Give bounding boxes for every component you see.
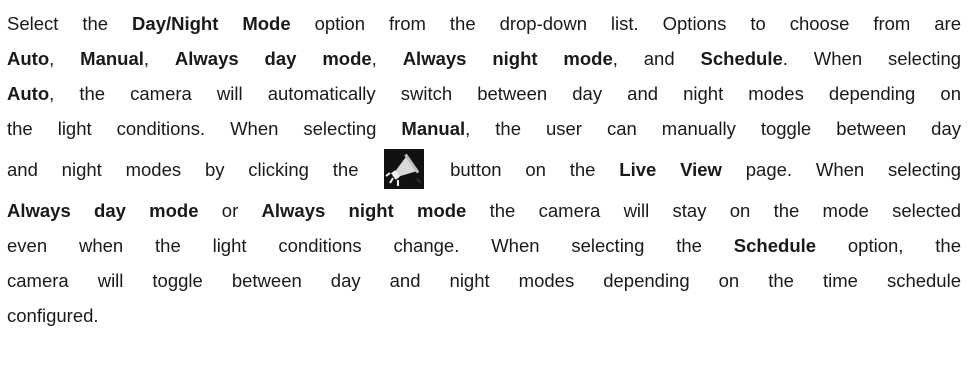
text-run: even when the light conditions change. W… [7,235,734,256]
text-line: Always day mode or Always night mode the… [7,193,961,228]
text-run: configured. [7,305,99,326]
text-line: Select the Day/Night Mode option from th… [7,6,961,41]
text-run: and night modes by clicking the [7,159,383,180]
bold-term: Manual [401,118,466,139]
text-run: page. When selecting [721,159,962,180]
document-paragraph: Select the Day/Night Mode option from th… [0,0,968,371]
bold-term: Auto [7,83,50,104]
text-run: , [49,48,81,69]
text-run: , [371,48,403,69]
text-line: Auto, Manual, Always day mode, Always ni… [7,41,961,76]
text-run: option, the [816,235,961,256]
bold-term: Schedule [700,48,783,69]
bold-term: Always night mode [402,48,613,69]
bold-term: Day/Night Mode [132,13,291,34]
day-night-toggle-icon [384,149,425,190]
text-run: the light conditions. When selecting [7,118,402,139]
text-run: , [143,48,175,69]
text-run: Select the [7,13,133,34]
text-run: option from the drop-down list. Options … [290,13,962,34]
bold-term: Manual [80,48,144,69]
text-line: and night modes by clicking the button o… [7,146,961,193]
text-run: . When selecting [782,48,962,69]
bold-term: Auto [7,48,50,69]
text-line: configured. [7,298,961,333]
bold-term: Always night mode [261,200,467,221]
text-run: , the camera will automatically switch b… [49,83,961,104]
text-run: camera will toggle between day and night… [7,270,961,291]
text-line: camera will toggle between day and night… [7,263,961,298]
bold-term: Schedule [733,235,817,256]
text-run: the camera will stay on the mode selecte… [466,200,962,221]
text-line: even when the light conditions change. W… [7,228,961,263]
text-run: , and [612,48,701,69]
bold-term: Live View [619,159,722,180]
text-run: or [198,200,262,221]
bold-term: Always day mode [174,48,372,69]
text-run: button on the [426,159,620,180]
text-run: , the user can manually toggle between d… [465,118,961,139]
bold-term: Always day mode [7,200,199,221]
text-line: the light conditions. When selecting Man… [7,111,961,146]
text-line: Auto, the camera will automatically swit… [7,76,961,111]
